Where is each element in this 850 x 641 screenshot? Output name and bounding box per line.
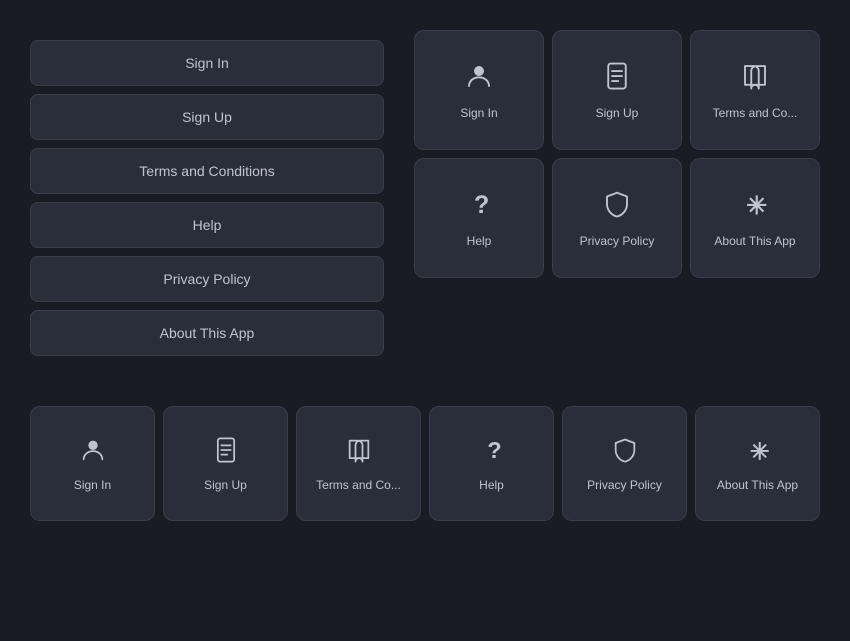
grid-cards-panel: Sign In Sign Up Terms and Co...? Help Privac…	[414, 30, 820, 278]
bottom-card-label-privacy: Privacy Policy	[587, 478, 662, 492]
list-btn-about[interactable]: About This App	[30, 310, 384, 356]
bottom-card-sign-in[interactable]: Sign In	[30, 406, 155, 521]
bottom-card-label-help: Help	[479, 478, 504, 492]
grid-card-label-privacy: Privacy Policy	[580, 234, 655, 248]
bottom-card-help[interactable]: ? Help	[429, 406, 554, 521]
list-btn-help[interactable]: Help	[30, 202, 384, 248]
svg-text:?: ?	[474, 190, 489, 218]
document-icon	[602, 61, 632, 96]
book-icon	[345, 436, 373, 468]
user-icon	[464, 61, 494, 96]
list-btn-sign-in[interactable]: Sign In	[30, 40, 384, 86]
svg-text:?: ?	[487, 437, 501, 463]
grid-card-sign-in[interactable]: Sign In	[414, 30, 544, 150]
bottom-card-label-sign-in: Sign In	[74, 478, 111, 492]
list-btn-sign-up[interactable]: Sign Up	[30, 94, 384, 140]
bottom-card-sign-up[interactable]: Sign Up	[163, 406, 288, 521]
bottom-card-label-about: About This App	[717, 478, 798, 492]
list-btn-privacy[interactable]: Privacy Policy	[30, 256, 384, 302]
bottom-card-terms[interactable]: Terms and Co...	[296, 406, 421, 521]
bottom-card-about[interactable]: ✳ About This App	[695, 406, 820, 521]
question-icon: ?	[464, 189, 494, 224]
bottom-card-label-terms: Terms and Co...	[316, 478, 401, 492]
bottom-cards-panel: Sign In Sign Up Terms and Co...? Help Privac…	[30, 406, 820, 521]
grid-card-help[interactable]: ? Help	[414, 158, 544, 278]
shield-icon	[602, 189, 632, 224]
document-icon	[212, 436, 240, 468]
asterisk-icon: ✳	[744, 436, 772, 468]
svg-text:✳: ✳	[749, 438, 769, 464]
grid-card-about[interactable]: ✳ About This App	[690, 158, 820, 278]
grid-card-label-terms: Terms and Co...	[713, 106, 798, 120]
grid-card-label-help: Help	[467, 234, 492, 248]
grid-card-sign-up[interactable]: Sign Up	[552, 30, 682, 150]
book-icon	[740, 61, 770, 96]
list-btn-terms[interactable]: Terms and Conditions	[30, 148, 384, 194]
grid-card-terms[interactable]: Terms and Co...	[690, 30, 820, 150]
shield-icon	[611, 436, 639, 468]
bottom-card-privacy[interactable]: Privacy Policy	[562, 406, 687, 521]
grid-card-privacy[interactable]: Privacy Policy	[552, 158, 682, 278]
grid-card-label-sign-up: Sign Up	[596, 106, 639, 120]
bottom-card-label-sign-up: Sign Up	[204, 478, 247, 492]
svg-text:✳: ✳	[746, 192, 767, 219]
grid-card-label-sign-in: Sign In	[460, 106, 497, 120]
question-icon: ?	[478, 436, 506, 468]
asterisk-icon: ✳	[740, 189, 770, 224]
user-icon	[79, 436, 107, 468]
list-buttons-panel: Sign In Sign Up Terms and Conditions Help Pr…	[30, 40, 384, 356]
grid-card-label-about: About This App	[714, 234, 795, 248]
